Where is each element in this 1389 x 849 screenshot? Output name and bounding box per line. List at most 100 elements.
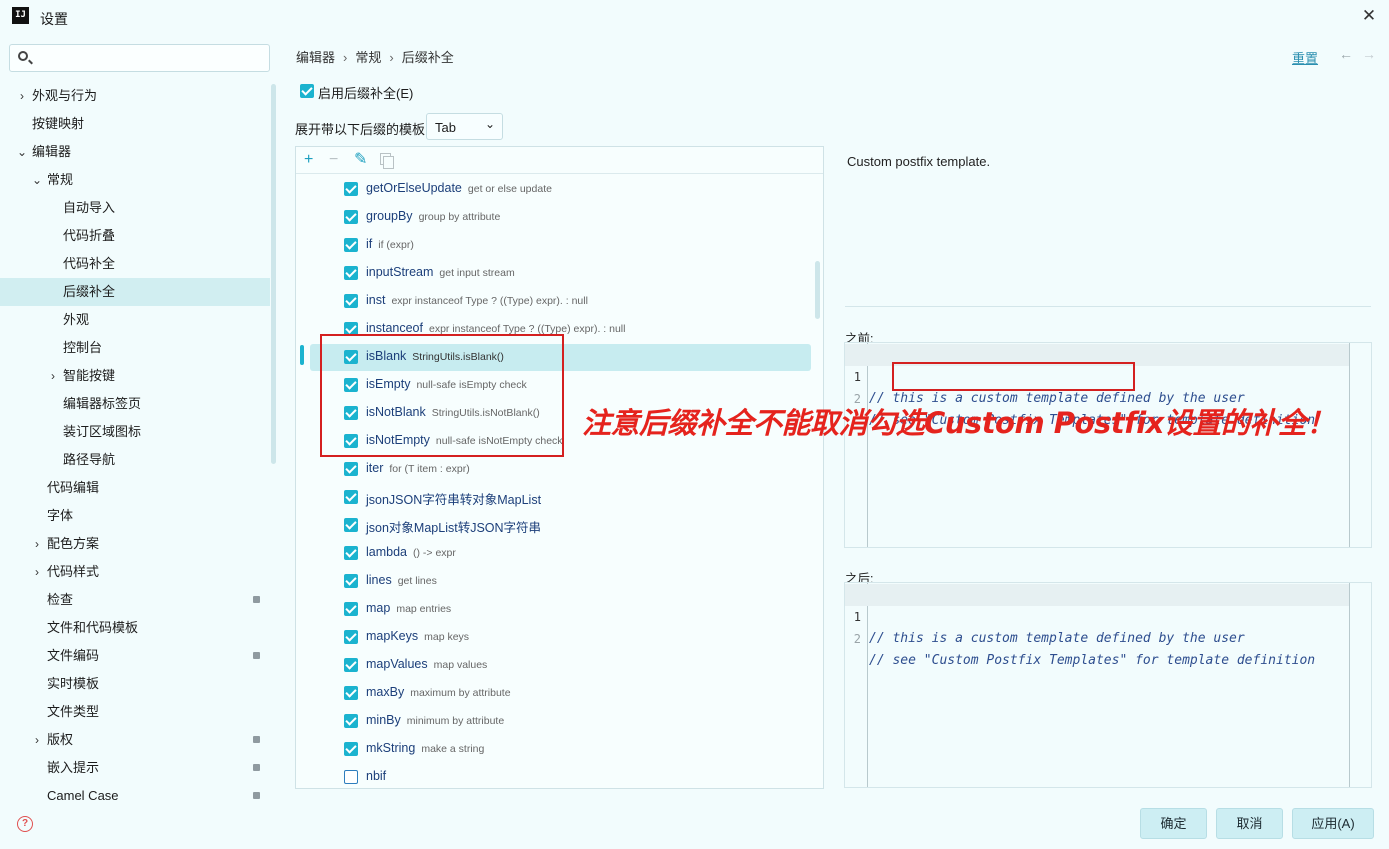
sidebar-item[interactable]: 外观	[0, 306, 270, 334]
sidebar-item[interactable]: › 版权	[0, 726, 270, 754]
template-row[interactable]: maxBy maximum by attribute	[296, 679, 823, 707]
chevron-right-icon[interactable]: ›	[31, 726, 43, 754]
close-button[interactable]: ✕	[1359, 6, 1379, 26]
forward-arrow-icon[interactable]: →	[1362, 46, 1376, 62]
template-checkbox[interactable]	[344, 630, 358, 644]
sidebar-item[interactable]: 路径导航	[0, 446, 270, 474]
template-row[interactable]: inputStream get input stream	[296, 259, 823, 287]
sidebar-item[interactable]: › 代码样式	[0, 558, 270, 586]
template-row[interactable]: lambda () -> expr	[296, 539, 823, 567]
chevron-down-icon[interactable]: ⌄	[31, 166, 43, 194]
template-checkbox[interactable]	[344, 714, 358, 728]
template-row[interactable]: mapValues map values	[296, 651, 823, 679]
breadcrumb-item[interactable]: 常规	[355, 50, 381, 65]
back-arrow-icon[interactable]: ←	[1339, 46, 1353, 62]
template-row[interactable]: map map entries	[296, 595, 823, 623]
list-scrollbar[interactable]	[815, 261, 820, 319]
template-checkbox[interactable]	[344, 266, 358, 280]
sidebar-item[interactable]: 代码编辑	[0, 474, 270, 502]
cancel-button[interactable]: 取消	[1216, 808, 1283, 839]
sidebar-item[interactable]: › 配色方案	[0, 530, 270, 558]
template-checkbox[interactable]	[344, 518, 358, 532]
template-checkbox[interactable]	[344, 490, 358, 504]
chevron-right-icon[interactable]: ›	[31, 530, 43, 558]
chevron-right-icon[interactable]: ›	[16, 82, 28, 110]
template-checkbox[interactable]	[344, 742, 358, 756]
template-checkbox[interactable]	[344, 602, 358, 616]
enable-postfix-label[interactable]: 启用后缀补全(E)	[318, 83, 413, 102]
apply-button[interactable]: 应用(A)	[1292, 808, 1374, 839]
remove-icon[interactable]: −	[329, 150, 338, 170]
sidebar-item-label: 嵌入提示	[47, 760, 100, 775]
sidebar-item-label: 文件类型	[47, 704, 100, 719]
sidebar-item[interactable]: 编辑器标签页	[0, 390, 270, 418]
breadcrumb-item[interactable]: 编辑器	[296, 50, 335, 65]
sidebar-item[interactable]: Camel Case	[0, 782, 270, 804]
sidebar-item[interactable]: 文件编码	[0, 642, 270, 670]
template-row[interactable]: jsonJSON字符串转对象MapList	[296, 483, 823, 511]
help-icon[interactable]: ?	[17, 816, 33, 832]
settings-search-box[interactable]	[9, 44, 270, 72]
chevron-down-icon[interactable]: ⌄	[16, 138, 28, 166]
breadcrumb-separator: ›	[389, 50, 394, 65]
template-checkbox[interactable]	[344, 238, 358, 252]
sidebar-item[interactable]: ⌄ 编辑器	[0, 138, 270, 166]
divider	[845, 306, 1371, 307]
template-row[interactable]: mapKeys map keys	[296, 623, 823, 651]
project-scope-icon	[253, 736, 260, 743]
sidebar-item[interactable]: › 智能按键	[0, 362, 270, 390]
template-row[interactable]: inst expr instanceof Type ? ((Type) expr)…	[296, 287, 823, 315]
selection-marker	[300, 345, 304, 365]
template-row[interactable]: groupBy group by attribute	[296, 203, 823, 231]
chevron-right-icon[interactable]: ›	[47, 362, 59, 390]
sidebar-item[interactable]: 后缀补全	[0, 278, 270, 306]
template-checkbox[interactable]	[344, 574, 358, 588]
sidebar-item[interactable]: 按键映射	[0, 110, 270, 138]
template-row[interactable]: lines get lines	[296, 567, 823, 595]
template-key: inputStream get input stream	[366, 265, 515, 279]
sidebar-item-label: 配色方案	[47, 536, 100, 551]
enable-postfix-checkbox[interactable]	[300, 84, 314, 98]
sidebar-item[interactable]: 实时模板	[0, 670, 270, 698]
template-row[interactable]: nbif	[296, 763, 823, 788]
edit-icon[interactable]: ✎	[354, 150, 367, 170]
ok-button[interactable]: 确定	[1140, 808, 1207, 839]
reset-link[interactable]: 重置	[1292, 48, 1318, 67]
chevron-right-icon[interactable]: ›	[31, 558, 43, 586]
search-input[interactable]	[40, 49, 260, 67]
sidebar-item[interactable]: 文件和代码模板	[0, 614, 270, 642]
template-checkbox[interactable]	[344, 210, 358, 224]
sidebar-item[interactable]: ⌄ 常规	[0, 166, 270, 194]
template-checkbox[interactable]	[344, 462, 358, 476]
sidebar-item-label: 代码折叠	[63, 228, 116, 243]
template-row[interactable]: minBy minimum by attribute	[296, 707, 823, 735]
template-row[interactable]: iter for (T item : expr)	[296, 455, 823, 483]
template-row[interactable]: if if (expr)	[296, 231, 823, 259]
sidebar-item[interactable]: 自动导入	[0, 194, 270, 222]
template-checkbox[interactable]	[344, 294, 358, 308]
sidebar-item-label: 编辑器	[32, 144, 72, 159]
sidebar-item[interactable]: 检查	[0, 586, 270, 614]
sidebar-item[interactable]: › 外观与行为	[0, 82, 270, 110]
sidebar-item[interactable]: 装订区域图标	[0, 418, 270, 446]
template-row[interactable]: getOrElseUpdate get or else update	[296, 175, 823, 203]
template-checkbox[interactable]	[344, 546, 358, 560]
sidebar-item[interactable]: 字体	[0, 502, 270, 530]
template-row[interactable]: json对象MapList转JSON字符串	[296, 511, 823, 539]
sidebar-item[interactable]: 文件类型	[0, 698, 270, 726]
expand-key-select[interactable]: Tab ⌄	[426, 113, 503, 140]
sidebar-item[interactable]: 控制台	[0, 334, 270, 362]
copy-icon[interactable]	[380, 153, 394, 169]
sidebar-item[interactable]: 嵌入提示	[0, 754, 270, 782]
add-icon[interactable]: +	[304, 150, 313, 170]
template-row[interactable]: mkString make a string	[296, 735, 823, 763]
sidebar-item[interactable]: 代码补全	[0, 250, 270, 278]
template-checkbox[interactable]	[344, 770, 358, 784]
template-key: instanceof expr instanceof Type ? ((Type)…	[366, 321, 625, 335]
settings-sidebar: › 外观与行为 按键映射 ⌄ 编辑器 ⌄ 常规 自动导入 代码折叠 代码补全 后缀补全 外观 控制台 › 智…	[0, 34, 280, 804]
template-checkbox[interactable]	[344, 686, 358, 700]
template-checkbox[interactable]	[344, 182, 358, 196]
sidebar-scrollbar[interactable]	[271, 84, 276, 464]
template-checkbox[interactable]	[344, 658, 358, 672]
sidebar-item[interactable]: 代码折叠	[0, 222, 270, 250]
